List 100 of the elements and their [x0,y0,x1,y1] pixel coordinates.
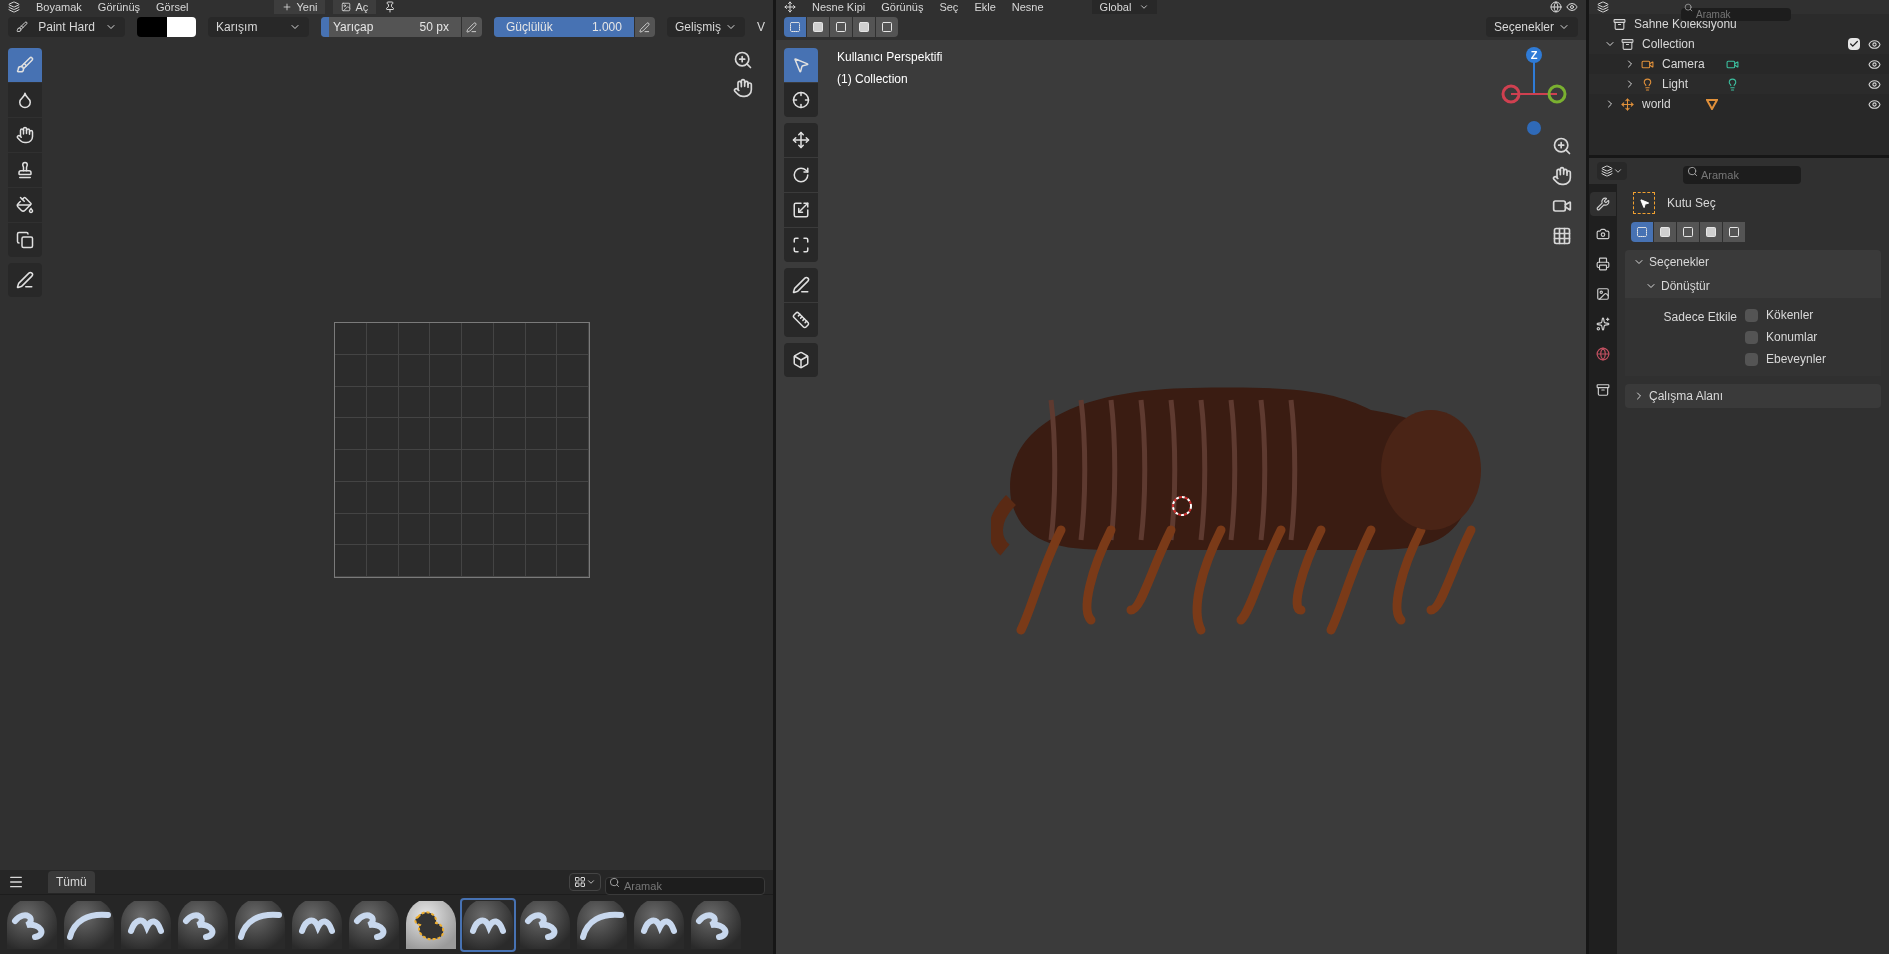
outliner-item-label[interactable]: world [1642,95,1702,113]
eye-icon[interactable] [1868,77,1881,91]
panel-header[interactable]: Seçenekler [1625,250,1881,274]
select-mode-button[interactable] [853,17,875,37]
pen-icon [792,276,810,294]
select-mode-button[interactable] [1723,222,1745,242]
slider-field[interactable]: Güçlülük 1.000 [493,17,634,37]
new-image-button[interactable]: Yeni [274,0,326,14]
pin-icon[interactable] [384,1,397,13]
select-mode-button[interactable] [1631,222,1653,242]
axis-gizmo-drawing[interactable]: Z [1501,44,1567,136]
pressure-toggle[interactable] [461,17,482,37]
tool-button[interactable] [784,343,818,377]
brush-icon [16,21,28,33]
select-mode-button[interactable] [1700,222,1722,242]
eye-icon[interactable] [1868,57,1881,71]
pen-icon [639,21,651,33]
shelf-tab[interactable]: Tümü [48,871,95,893]
visibility-icon[interactable] [1566,1,1578,13]
printer-icon [1596,257,1610,271]
menu-item[interactable]: Görünüş [881,0,924,14]
light-data-icon[interactable] [1726,77,1739,91]
tool-button[interactable] [8,153,42,187]
checkbox[interactable] [1745,352,1758,366]
rotate-icon [792,166,810,184]
checkbox[interactable] [1745,308,1758,322]
search-field[interactable]: Aramak [605,877,765,895]
menu-item[interactable]: Boyamak [36,0,82,14]
eye-icon[interactable] [1868,97,1881,111]
slider-value: 1.000 [591,19,622,36]
pressure-toggle[interactable] [634,17,655,37]
field-label: Sadece Etkile [1662,309,1737,326]
menu-icon[interactable] [8,874,24,890]
options-dropdown[interactable]: Seçenekler [1485,17,1578,37]
menu-item[interactable]: Görsel [156,0,189,14]
tool-button[interactable] [8,118,42,152]
tool-button[interactable] [784,158,818,192]
menu-item[interactable]: Nesne Kipi [812,0,866,14]
outliner-item-label[interactable]: Collection [1642,35,1702,53]
menu-item[interactable]: Ekle [974,0,996,14]
subpanel-header[interactable]: Dönüştür [1625,274,1881,298]
view-mode-dropdown[interactable] [569,873,601,891]
properties-tab[interactable] [1590,192,1616,216]
advanced-dropdown[interactable]: Gelişmiş [666,17,745,37]
select-mode-button[interactable] [1677,222,1699,242]
tool-button[interactable] [784,228,818,262]
checkbox-label: Konumlar [1766,329,1818,346]
eye-icon[interactable] [1868,37,1881,51]
select-mode-button[interactable] [876,17,898,37]
tool-button[interactable] [8,83,42,117]
select-mode-icon [1728,226,1740,238]
hand-icon[interactable] [733,78,753,98]
slider-label: Güçlülük [505,19,553,36]
select-mode-button[interactable] [1654,222,1676,242]
zoom-icon[interactable] [1552,136,1572,156]
select-mode-button[interactable] [807,17,829,37]
open-image-button[interactable]: Aç [333,0,377,14]
slider-field[interactable]: Yarıçap 50 px [320,17,461,37]
select-mode-button[interactable] [830,17,852,37]
search-field[interactable]: Aramak [1681,7,1791,21]
menu-item[interactable]: Seç [939,0,959,14]
outliner-item-label[interactable]: Light [1662,75,1722,93]
shading-icon[interactable] [1550,1,1562,13]
select-mode-button[interactable] [784,17,806,37]
tool-button[interactable] [784,193,818,227]
search-field[interactable]: Aramak [1683,166,1801,184]
brush-dropdown[interactable]: Paint Hard [8,17,126,37]
droplet-icon [16,91,34,109]
menu-item[interactable]: Nesne [1011,0,1044,14]
editor-type-icon[interactable] [784,1,796,13]
color-swatches[interactable] [137,17,197,37]
search-icon [1687,166,1698,177]
blend-dropdown[interactable]: Karışım [208,17,309,37]
zoom-icon[interactable] [733,50,753,70]
search-icon [609,877,620,888]
checkbox[interactable] [1848,38,1860,50]
tool-button[interactable] [784,268,818,302]
tool-button[interactable] [784,83,818,117]
editor-type-dropdown[interactable] [1597,162,1627,180]
triangle-icon[interactable] [1706,98,1718,110]
brush-thumbnail[interactable] [460,897,516,952]
tool-button[interactable] [8,223,42,257]
tool-button[interactable] [8,188,42,222]
panel-header[interactable]: Çalışma Alanı [1625,384,1881,408]
collection-icon [1621,37,1634,51]
wrench-icon [1596,197,1610,211]
outliner-item-label[interactable]: Camera [1662,55,1722,73]
hand-icon[interactable] [1552,166,1572,186]
editor-type-icon[interactable] [1597,1,1609,13]
menu-item[interactable]: V [757,18,765,36]
editor-type-icon[interactable] [8,1,20,13]
select-mode-icon [812,21,824,33]
grid-icon [574,876,586,888]
grid-icon[interactable] [1552,226,1572,246]
menu-item[interactable]: Görünüş [97,0,141,14]
checkbox[interactable] [1745,330,1758,344]
tool-button[interactable] [784,303,818,337]
orientation-dropdown[interactable]: Global [1091,0,1158,14]
tool-button[interactable] [784,123,818,157]
tool-button[interactable] [8,263,42,297]
